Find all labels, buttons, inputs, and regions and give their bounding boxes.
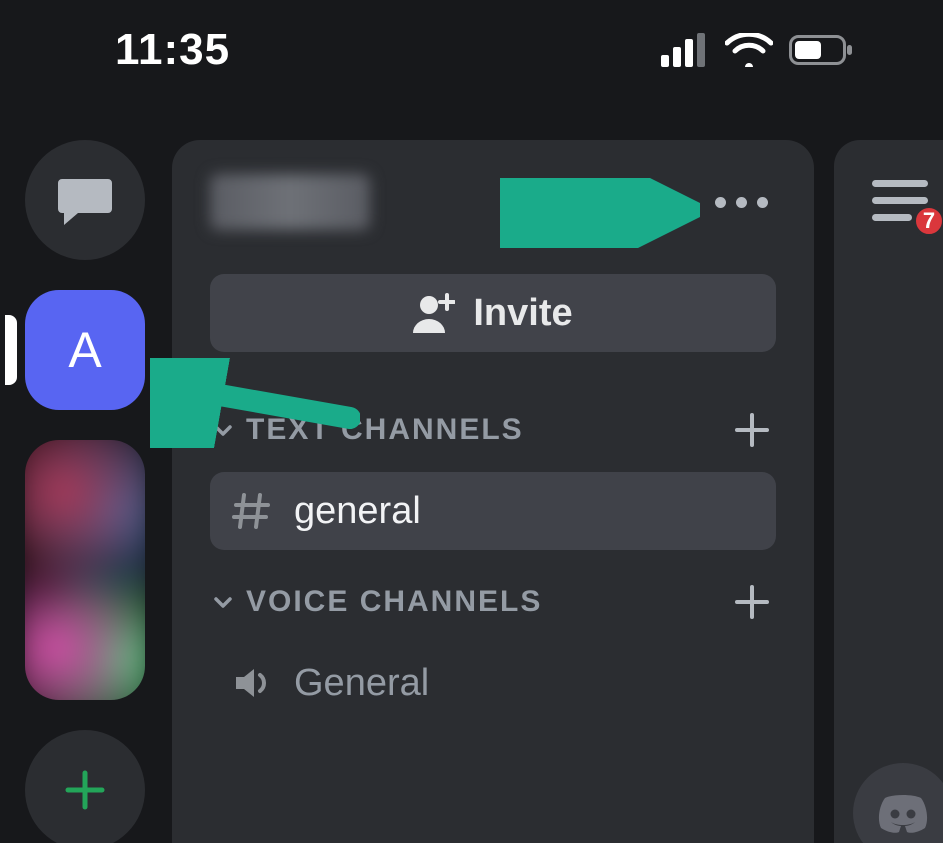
wifi-icon	[725, 33, 773, 67]
status-bar: 11:35	[0, 0, 943, 110]
cellular-icon	[661, 33, 709, 67]
server-rail: A	[0, 140, 170, 843]
add-server-button[interactable]	[25, 730, 145, 843]
server-panel: Invite TEXT CHANNELS general	[172, 140, 814, 843]
hamburger-icon	[872, 180, 928, 187]
discord-icon	[875, 792, 931, 834]
plus-icon	[58, 763, 112, 817]
chevron-down-icon	[212, 591, 234, 613]
add-voice-channel-button[interactable]	[728, 578, 776, 626]
text-channel-row[interactable]: general	[210, 472, 776, 550]
speaker-icon	[232, 663, 272, 703]
server-header	[210, 174, 776, 230]
text-channels-header[interactable]: TEXT CHANNELS	[210, 406, 776, 454]
selected-indicator	[5, 315, 17, 385]
add-user-icon	[413, 293, 455, 333]
chat-icon	[56, 175, 114, 225]
hash-icon	[232, 491, 272, 531]
dm-button[interactable]	[25, 140, 145, 260]
server-more-button[interactable]	[707, 189, 776, 216]
server-selected[interactable]: A	[25, 290, 145, 410]
channel-name: general	[294, 490, 421, 533]
voice-channels-header[interactable]: VOICE CHANNELS	[210, 578, 776, 626]
right-pane: 7	[834, 140, 943, 843]
voice-channel-row[interactable]: General	[210, 644, 776, 722]
server-item[interactable]	[25, 440, 145, 700]
server-letter: A	[68, 321, 101, 379]
invite-button[interactable]: Invite	[210, 274, 776, 352]
status-time: 11:35	[115, 25, 230, 75]
battery-icon	[789, 35, 853, 65]
ellipsis-icon	[715, 197, 726, 208]
discord-fab[interactable]	[853, 763, 943, 843]
server-avatar-blur	[25, 440, 145, 700]
text-channels-label: TEXT CHANNELS	[246, 413, 524, 447]
invite-label: Invite	[473, 292, 572, 335]
add-text-channel-button[interactable]	[728, 406, 776, 454]
notification-badge: 7	[912, 204, 943, 238]
chevron-down-icon	[212, 419, 234, 441]
channel-name: General	[294, 662, 429, 705]
plus-icon	[733, 411, 771, 449]
server-name-redacted	[210, 174, 370, 230]
plus-icon	[733, 583, 771, 621]
voice-channels-label: VOICE CHANNELS	[246, 585, 542, 619]
status-icons	[661, 33, 853, 67]
